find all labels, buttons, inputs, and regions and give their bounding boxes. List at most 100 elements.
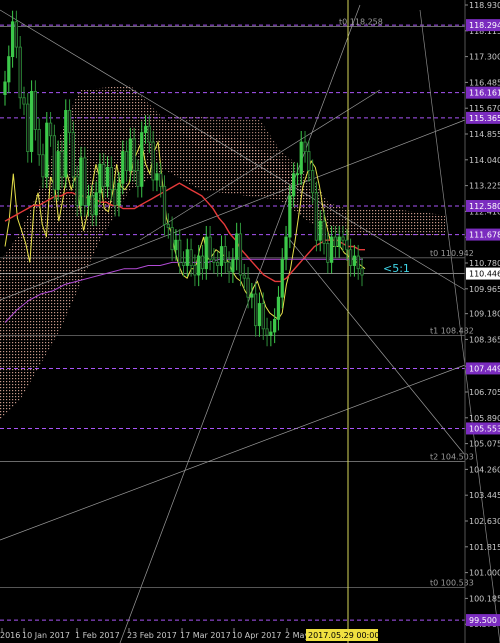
y-tick-label: 109.180: [469, 310, 500, 319]
candle-body: [151, 141, 155, 181]
candle-body: [140, 132, 144, 187]
candle-body: [276, 296, 281, 320]
candle-body: [318, 220, 322, 241]
candle-body: [174, 239, 178, 251]
candle-body: [60, 151, 64, 178]
candle-body: [284, 236, 288, 260]
y-tick-label: 101.815: [469, 543, 500, 552]
candle-body: [45, 122, 49, 178]
candle-body: [71, 132, 75, 178]
candle-body: [155, 173, 159, 181]
y-tick-label: 110.780: [469, 259, 500, 268]
candle-body: [67, 110, 72, 133]
candle-body: [143, 125, 148, 133]
candle-body: [18, 46, 22, 99]
level-price-label: 111.678: [469, 231, 500, 240]
candle-body: [128, 138, 132, 171]
candle-body: [94, 192, 98, 216]
candle-body: [64, 110, 68, 178]
candle-body: [102, 163, 106, 187]
x-tick-label: 10 Jan 2017: [22, 631, 70, 640]
x-tick-label: 2016: [0, 631, 20, 640]
cursor-time-label: 2017.05.29 00:00: [308, 631, 379, 640]
ratio-annotation: <5:1: [383, 262, 410, 275]
candle-body: [86, 195, 91, 206]
candle-body: [37, 129, 41, 156]
candle-body: [79, 157, 83, 206]
candle-body: [197, 255, 201, 276]
fib-level-label: t0 118.258: [339, 17, 383, 26]
candle-body: [246, 277, 250, 298]
current-price-label: 110.446: [469, 270, 500, 279]
candle-body: [189, 249, 193, 266]
price-chart[interactable]: t0 118.258 t0 110.942 t1 108.482 t2 104.503…: [0, 0, 500, 643]
candle-body: [356, 255, 360, 270]
candle-body: [231, 258, 235, 273]
level-price-label: 107.449: [469, 364, 500, 373]
candle-body: [185, 249, 189, 266]
level-price-label: 115.365: [469, 114, 500, 123]
candle-body: [257, 303, 262, 327]
candle-body: [98, 163, 102, 194]
candle-body: [341, 236, 345, 241]
candle-body: [212, 258, 216, 263]
candle-body: [136, 170, 140, 187]
y-tick-label: 101.000: [469, 569, 500, 578]
candle-body: [147, 125, 151, 143]
x-tick-label: 1 Feb 2017: [75, 631, 120, 640]
candle-body: [117, 182, 121, 206]
candle-body: [162, 185, 167, 225]
candle-body: [29, 91, 34, 152]
candle-body: [314, 192, 319, 241]
candle-body: [333, 236, 338, 247]
candle-body: [348, 249, 353, 266]
candle-body: [124, 151, 129, 171]
y-tick-label: 117.300: [469, 53, 500, 62]
candle-body: [295, 173, 300, 176]
candle-body: [219, 246, 224, 266]
candle-body: [299, 141, 303, 175]
candle-body: [345, 239, 349, 251]
y-tick-label: 100.185: [469, 594, 500, 603]
candle-body: [235, 233, 239, 260]
candle-body: [26, 103, 30, 152]
candle-body: [90, 195, 94, 216]
level-price-label: 105.553: [469, 424, 500, 433]
candle-body: [223, 246, 227, 263]
candle-body: [7, 56, 11, 83]
candle-body: [10, 21, 15, 58]
candle-body: [254, 293, 258, 327]
x-tick-label: 17 Mar 2017: [180, 631, 231, 640]
candle-body: [352, 255, 357, 266]
level-price-label: 99.500: [469, 616, 497, 625]
y-tick-label: 114.040: [469, 156, 500, 165]
fib-level-label: t2 104.503: [430, 453, 474, 462]
candle-body: [170, 227, 174, 251]
candle-body: [208, 236, 212, 260]
candle-body: [193, 265, 197, 276]
y-tick-label: 108.365: [469, 335, 500, 344]
candle-body: [41, 154, 45, 178]
candle-body: [273, 318, 277, 333]
y-tick-label: 118.930: [469, 1, 500, 10]
candle-body: [326, 242, 330, 263]
candle-body: [307, 151, 311, 171]
candle-body: [216, 261, 220, 266]
candle-body: [121, 151, 125, 184]
y-tick-label: 102.630: [469, 517, 500, 526]
candle-body: [166, 223, 170, 228]
candle-body: [178, 239, 182, 263]
x-tick-label: 23 Feb 2017: [127, 631, 177, 640]
level-price-label: 112.580: [469, 202, 500, 211]
y-tick-label: 105.890: [469, 414, 500, 423]
candle-body: [292, 173, 296, 197]
y-tick-label: 106.705: [469, 388, 500, 397]
candle-body: [56, 151, 60, 190]
y-tick-label: 104.260: [469, 465, 500, 474]
candle-body: [288, 195, 292, 238]
y-tick-label: 113.225: [469, 182, 500, 191]
candle-body: [200, 255, 205, 270]
candle-body: [204, 236, 208, 270]
candle-body: [242, 274, 246, 279]
candle-body: [238, 233, 243, 276]
